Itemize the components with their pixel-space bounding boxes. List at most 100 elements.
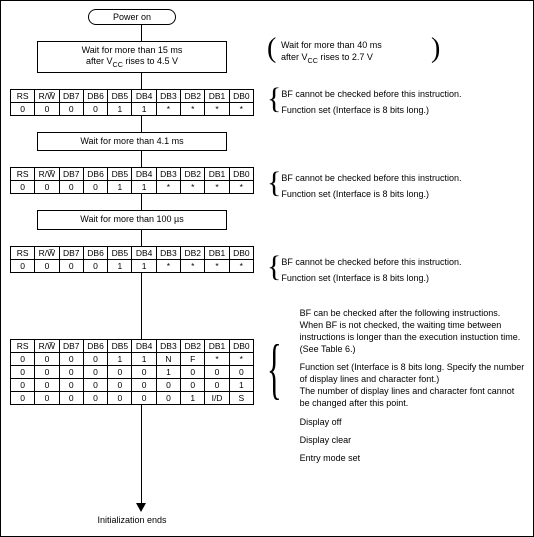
- bit-cell: 0: [83, 259, 107, 272]
- bit-cell: 0: [83, 103, 107, 116]
- instruction-table-2: RSR/W̅DB7DB6DB5DB4DB3DB2DB1DB0 000011***…: [10, 167, 254, 194]
- instruction-table-3: RSR/W̅DB7DB6DB5DB4DB3DB2DB1DB0 000011***…: [10, 246, 254, 273]
- instruction-table-final: RSR/W̅DB7DB6DB5DB4DB3DB2DB1DB0 000011NF*…: [10, 339, 254, 405]
- bit-cell: *: [181, 181, 205, 194]
- col-header: DB6: [83, 90, 107, 103]
- bit-cell: 1: [108, 259, 132, 272]
- diagram-frame: Power on Wait for more than 15 ms after …: [0, 0, 534, 537]
- bit-cell: 1: [132, 259, 156, 272]
- end-label: Initialization ends: [9, 515, 255, 525]
- brace-icon: [267, 256, 281, 277]
- annotation-column: Wait for more than 40 ms after VCC rises…: [267, 9, 525, 464]
- col-header: DB2: [181, 339, 205, 352]
- table-row: 000011****: [11, 181, 254, 194]
- note-block-final: BF can be checked after the following in…: [267, 307, 525, 465]
- col-header: DB2: [181, 168, 205, 181]
- col-header: R/W̅: [35, 168, 59, 181]
- bit-cell: 1: [108, 103, 132, 116]
- bit-cell: 0: [181, 365, 205, 378]
- col-header: DB2: [181, 90, 205, 103]
- bit-cell: 0: [59, 103, 83, 116]
- bit-cell: *: [229, 103, 253, 116]
- col-header: DB5: [108, 168, 132, 181]
- bit-cell: 0: [11, 391, 35, 404]
- col-header: R/W̅: [35, 246, 59, 259]
- wait-15ms-box: Wait for more than 15 ms after VCC rises…: [37, 41, 227, 73]
- col-header: DB4: [132, 90, 156, 103]
- brace-icon: [267, 347, 282, 389]
- bit-cell: 0: [83, 378, 107, 391]
- bit-cell: *: [156, 181, 180, 194]
- alt-wait-note: Wait for more than 40 ms after VCC rises…: [267, 39, 525, 66]
- col-header: DB1: [205, 339, 229, 352]
- bit-cell: 0: [35, 378, 59, 391]
- table-row: 000011NF**: [11, 352, 254, 365]
- bit-cell: 0: [35, 352, 59, 365]
- bit-cell: 1: [132, 352, 156, 365]
- col-header: DB1: [205, 90, 229, 103]
- bit-cell: 0: [132, 365, 156, 378]
- col-header: R/W̅: [35, 90, 59, 103]
- table-row: 00000001I/DS: [11, 391, 254, 404]
- wait-100us-box: Wait for more than 100 µs: [37, 210, 227, 229]
- col-header: DB0: [229, 90, 253, 103]
- bit-cell: 1: [132, 181, 156, 194]
- bit-cell: 0: [108, 365, 132, 378]
- bit-cell: 1: [229, 378, 253, 391]
- col-header: DB0: [229, 246, 253, 259]
- bit-cell: 0: [11, 365, 35, 378]
- wait-15ms-line2: after VCC rises to 4.5 V: [86, 56, 178, 66]
- col-header: DB3: [156, 246, 180, 259]
- note-block-1: BF cannot be checked before this instruc…: [267, 88, 525, 116]
- table-header-row: RSR/W̅DB7DB6DB5DB4DB3DB2DB1DB0: [11, 339, 254, 352]
- bit-cell: 0: [35, 181, 59, 194]
- col-header: DB7: [59, 168, 83, 181]
- bit-cell: 0: [11, 352, 35, 365]
- bit-cell: 0: [83, 391, 107, 404]
- brace-icon: [267, 172, 281, 193]
- bit-cell: *: [229, 259, 253, 272]
- bit-cell: I/D: [205, 391, 229, 404]
- table-row: 0000001000: [11, 365, 254, 378]
- table-header-row: RSR/W̅DB7DB6DB5DB4DB3DB2DB1DB0: [11, 246, 254, 259]
- bit-cell: *: [205, 181, 229, 194]
- bit-cell: *: [205, 259, 229, 272]
- bit-cell: *: [205, 103, 229, 116]
- bit-cell: 0: [205, 365, 229, 378]
- bit-cell: 0: [132, 391, 156, 404]
- bit-cell: 0: [181, 378, 205, 391]
- bit-cell: 1: [181, 391, 205, 404]
- col-header: DB3: [156, 90, 180, 103]
- bit-cell: 0: [59, 378, 83, 391]
- start-node: Power on: [88, 9, 176, 25]
- col-header: DB3: [156, 339, 180, 352]
- bit-cell: S: [229, 391, 253, 404]
- instruction-table-1: RSR/W̅DB7DB6DB5DB4DB3DB2DB1DB0 000011***…: [10, 89, 254, 116]
- note-text: BF cannot be checked before this instruc…: [281, 88, 461, 116]
- table-row: 000011****: [11, 103, 254, 116]
- alt-wait-text: Wait for more than 40 ms after VCC rises…: [281, 39, 431, 66]
- flow-arrowhead: [136, 503, 146, 512]
- wait-4-1ms-box: Wait for more than 4.1 ms: [37, 132, 227, 151]
- col-header: R/W̅: [35, 339, 59, 352]
- bit-cell: *: [229, 352, 253, 365]
- paren-right-icon: [431, 39, 445, 59]
- col-header: RS: [11, 90, 35, 103]
- bit-cell: 1: [156, 365, 180, 378]
- col-header: DB2: [181, 246, 205, 259]
- bit-cell: 0: [11, 181, 35, 194]
- bit-cell: *: [229, 181, 253, 194]
- bit-cell: *: [156, 103, 180, 116]
- bit-cell: 0: [59, 365, 83, 378]
- bit-cell: 1: [108, 352, 132, 365]
- bit-cell: 1: [132, 103, 156, 116]
- note-text: BF cannot be checked before this instruc…: [281, 172, 461, 200]
- col-header: DB4: [132, 246, 156, 259]
- col-header: RS: [11, 339, 35, 352]
- bit-cell: 0: [132, 378, 156, 391]
- bit-cell: *: [156, 259, 180, 272]
- brace-icon: [267, 88, 281, 109]
- bit-cell: 0: [83, 365, 107, 378]
- table-row: 0000000001: [11, 378, 254, 391]
- note-block-3: BF cannot be checked before this instruc…: [267, 256, 525, 284]
